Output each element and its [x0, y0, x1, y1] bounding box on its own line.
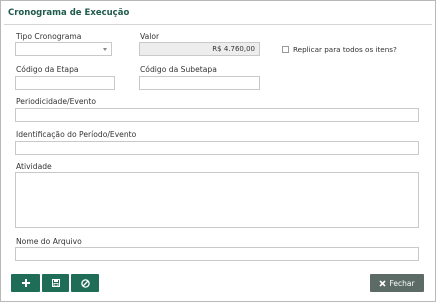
valor-label: Valor	[140, 32, 160, 41]
replicar-label[interactable]: Replicar para todos os itens?	[293, 45, 397, 54]
codigo-etapa-label: Código da Etapa	[16, 65, 79, 74]
codigo-etapa-input[interactable]	[15, 76, 115, 90]
tipo-cronograma-label: Tipo Cronograma	[16, 32, 82, 41]
close-x-icon	[379, 279, 387, 287]
atividade-textarea[interactable]	[15, 172, 419, 228]
dialog-title: Cronograma de Execução	[8, 8, 130, 18]
save-button[interactable]	[42, 274, 69, 292]
title-divider	[4, 24, 432, 25]
identificacao-label: Identificação do Período/Evento	[16, 130, 137, 139]
codigo-subetapa-input[interactable]	[139, 76, 260, 90]
valor-value: R$ 4.760,00	[212, 45, 255, 53]
cancel-icon	[80, 278, 90, 288]
valor-field: R$ 4.760,00	[139, 42, 260, 56]
plus-icon	[21, 279, 30, 287]
nome-arquivo-label: Nome do Arquivo	[16, 237, 82, 246]
close-button-label: Fechar	[389, 278, 415, 288]
add-button[interactable]	[11, 274, 40, 292]
identificacao-input[interactable]	[15, 141, 419, 155]
cancel-button[interactable]	[71, 274, 99, 292]
tipo-cronograma-select[interactable]	[15, 42, 112, 56]
nome-arquivo-input[interactable]	[15, 247, 419, 261]
atividade-label: Atividade	[16, 162, 52, 171]
save-icon	[51, 279, 60, 287]
chevron-down-icon	[103, 48, 107, 51]
close-button[interactable]: Fechar	[370, 274, 424, 292]
periodicidade-label: Periodicidade/Evento	[16, 97, 96, 106]
codigo-subetapa-label: Código da Subetapa	[140, 65, 217, 74]
periodicidade-input[interactable]	[15, 108, 419, 122]
replicar-checkbox[interactable]	[282, 46, 289, 53]
